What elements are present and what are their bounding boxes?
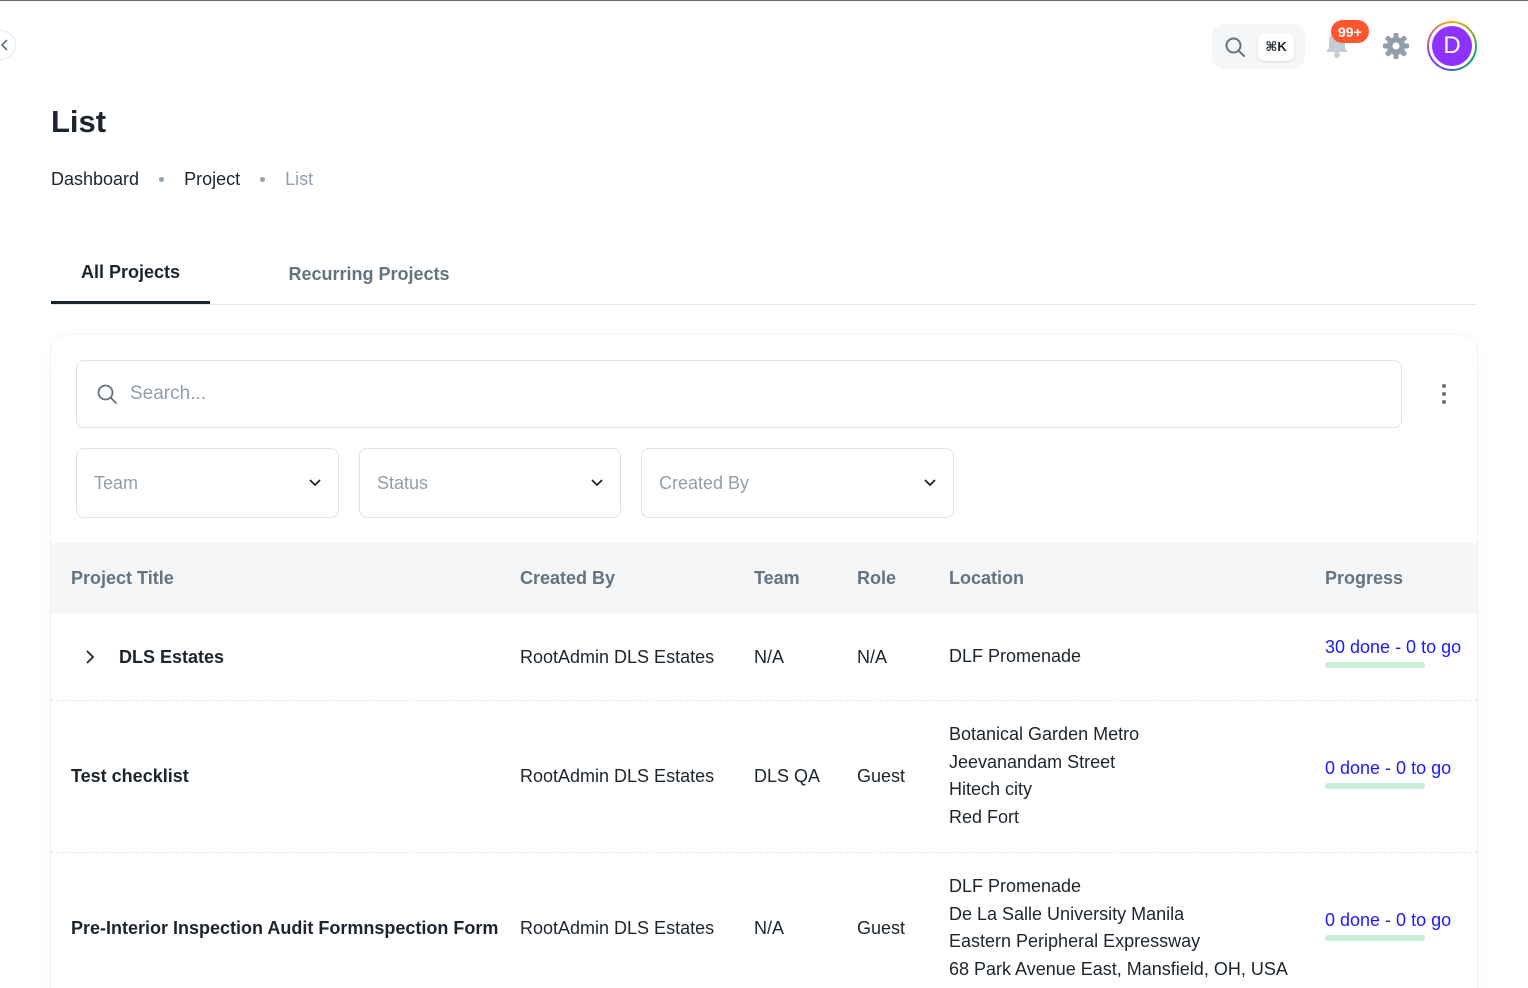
progress-cell: 0 done - 0 to go	[1325, 758, 1451, 789]
window-top-border	[0, 0, 1528, 1]
role-cell: Guest	[857, 766, 906, 786]
projects-card: Team Status Created By Project Title Cre…	[51, 335, 1477, 988]
created-by-cell: RootAdmin DLS Estates	[520, 646, 715, 667]
created-by-filter-select[interactable]: Created By	[641, 448, 954, 518]
location-line: Hitech city	[949, 779, 1033, 800]
search-icon	[97, 384, 117, 404]
team-cell: N/A	[754, 918, 785, 938]
progress-bar	[1325, 783, 1425, 789]
column-created-by[interactable]: Created By	[520, 543, 615, 614]
tab-recurring-projects[interactable]: Recurring Projects	[265, 244, 473, 304]
team-cell: DLS QA	[754, 766, 821, 786]
location-line: Eastern Peripheral Expressway	[949, 931, 1201, 952]
team-cell: N/A	[754, 646, 785, 667]
table-row[interactable]: DLS Estates RootAdmin DLS Estates N/A N/…	[51, 614, 1477, 701]
role-cell: N/A	[857, 646, 888, 667]
created-by-cell: RootAdmin DLS Estates	[520, 766, 715, 786]
chevron-down-icon	[309, 479, 321, 487]
progress-bar	[1325, 935, 1425, 941]
location-line: 68 Park Avenue East, Mansfield, OH, USA	[949, 959, 1288, 980]
chevron-down-icon	[924, 479, 936, 487]
location-cell: Botanical Garden Metro Jeevanandam Stree…	[949, 721, 1139, 832]
role-cell: Guest	[857, 918, 906, 938]
location-line: DLF Promenade	[949, 646, 1082, 666]
location-line: Botanical Garden Metro	[949, 724, 1140, 744]
more-vertical-icon-dot	[1442, 392, 1446, 396]
column-progress[interactable]: Progress	[1325, 543, 1403, 614]
column-team[interactable]: Team	[754, 543, 800, 614]
keyboard-shortcut-hint: ⌘K	[1258, 32, 1294, 61]
column-project-title[interactable]: Project Title	[71, 543, 174, 614]
progress-text: 0 done - 0 to go	[1325, 758, 1452, 778]
location-line: DLF Promenade	[949, 876, 1082, 896]
location-line: Red Fort	[949, 807, 1020, 828]
sidebar-collapse-button[interactable]	[0, 30, 16, 60]
progress-cell: 0 done - 0 to go	[1325, 910, 1451, 941]
location-cell: DLF Promenade De La Salle University Man…	[949, 873, 1288, 984]
status-filter-select[interactable]: Status	[359, 448, 621, 518]
breadcrumb-separator	[260, 177, 266, 182]
created-by-filter-label: Created By	[659, 472, 750, 493]
avatar: D	[1429, 23, 1475, 69]
breadcrumb-separator	[159, 177, 165, 182]
breadcrumb: Dashboard Project List	[51, 169, 313, 190]
created-by-cell: RootAdmin DLS Estates	[520, 918, 715, 938]
progress-text: 0 done - 0 to go	[1325, 910, 1452, 930]
chevron-left-icon	[0, 39, 8, 51]
team-filter-select[interactable]: Team	[76, 448, 339, 518]
location-cell: DLF Promenade	[949, 643, 1081, 671]
user-avatar-button[interactable]: D	[1427, 21, 1477, 71]
status-filter-label: Status	[377, 472, 429, 493]
project-tabs: All Projects Recurring Projects	[51, 244, 1477, 305]
more-vertical-icon-dot	[1442, 400, 1446, 404]
table-row[interactable]: Pre-Interior Inspection Audit Formnspect…	[51, 853, 1477, 988]
tab-all-projects[interactable]: All Projects	[51, 244, 210, 304]
location-line: De La Salle University Manila	[949, 903, 1185, 924]
chevron-down-icon	[591, 479, 603, 487]
column-role[interactable]: Role	[857, 543, 896, 614]
more-options-button[interactable]	[1431, 381, 1457, 407]
table-header: Project Title Created By Team Role Locat…	[51, 543, 1477, 614]
settings-button[interactable]	[1381, 31, 1411, 61]
more-vertical-icon	[1442, 384, 1446, 388]
gear-icon	[1383, 33, 1409, 59]
project-title[interactable]: Pre-Interior Inspection Audit Formnspect…	[71, 853, 498, 988]
expand-row-button[interactable]	[79, 646, 101, 668]
column-location[interactable]: Location	[949, 543, 1024, 614]
chevron-right-icon	[86, 650, 95, 664]
search-input[interactable]	[130, 383, 1330, 405]
project-title[interactable]: Test checklist	[71, 701, 189, 852]
notification-badge: 99+	[1331, 20, 1369, 43]
search-field[interactable]	[76, 360, 1402, 428]
breadcrumb-dashboard[interactable]: Dashboard	[51, 169, 139, 190]
global-search-button[interactable]: ⌘K	[1212, 24, 1305, 69]
team-filter-label: Team	[94, 472, 139, 493]
location-line: Jeevanandam Street	[949, 751, 1116, 772]
progress-cell: 30 done - 0 to go	[1325, 637, 1461, 668]
search-icon	[1225, 37, 1245, 57]
progress-bar	[1325, 662, 1425, 668]
breadcrumb-current: List	[285, 169, 314, 189]
breadcrumb-project[interactable]: Project	[184, 169, 240, 190]
page-title: List	[51, 104, 107, 139]
project-title[interactable]: DLS Estates	[119, 614, 224, 700]
table-row[interactable]: Test checklist RootAdmin DLS Estates DLS…	[51, 701, 1477, 853]
progress-text: 30 done - 0 to go	[1325, 637, 1462, 657]
